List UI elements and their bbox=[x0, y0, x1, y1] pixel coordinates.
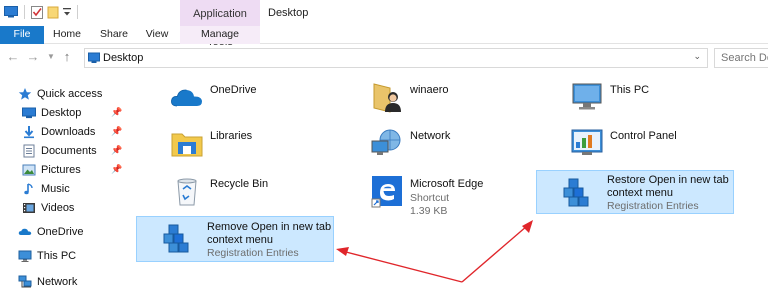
address-path: Desktop bbox=[103, 52, 144, 64]
file-name-line2: context menu bbox=[207, 234, 274, 246]
file-item-onedrive[interactable]: OneDrive bbox=[166, 78, 356, 122]
nav-item-label: Desktop bbox=[41, 107, 82, 119]
registry-file-icon bbox=[561, 177, 595, 211]
edge-icon bbox=[370, 174, 404, 208]
nav-item-label: Network bbox=[37, 276, 78, 288]
file-name: winaero bbox=[410, 84, 449, 96]
file-name: Network bbox=[410, 130, 451, 142]
tab-share[interactable]: Share bbox=[94, 26, 134, 44]
file-item-network[interactable]: Network bbox=[366, 124, 556, 168]
file-name-line1: Remove Open in new tab bbox=[207, 221, 332, 233]
libraries-folder-icon bbox=[170, 126, 204, 160]
nav-quick-access[interactable]: Quick access bbox=[18, 85, 144, 103]
computer-icon bbox=[570, 80, 604, 114]
desktop-icon bbox=[88, 52, 100, 64]
user-folder-icon bbox=[370, 80, 404, 114]
address-dropdown-chevron-icon[interactable]: ⌄ bbox=[693, 51, 701, 62]
nav-item-label: Documents bbox=[41, 145, 97, 157]
qat-separator bbox=[77, 5, 78, 19]
new-folder-icon[interactable] bbox=[47, 6, 59, 19]
nav-item-label: OneDrive bbox=[37, 226, 84, 238]
music-note-icon bbox=[22, 182, 36, 196]
file-type: Registration Entries bbox=[607, 200, 699, 212]
ribbon-tab-bar: File Home Share View Manage bbox=[0, 26, 768, 44]
download-arrow-icon bbox=[22, 125, 36, 139]
file-item-recycle-bin[interactable]: Recycle Bin bbox=[166, 172, 356, 216]
nav-item-label: Videos bbox=[41, 202, 75, 214]
nav-item-label: Downloads bbox=[41, 126, 96, 138]
navigation-pane: Quick access Desktop 📌 Downloads 📌 Docum… bbox=[0, 76, 128, 308]
file-name-line1: Restore Open in new tab bbox=[607, 174, 729, 186]
file-item-microsoft-edge[interactable]: Microsoft Edge Shortcut 1.39 KB bbox=[366, 172, 556, 217]
file-name: Microsoft Edge bbox=[410, 178, 484, 190]
file-size: 1.39 KB bbox=[410, 205, 448, 217]
computer-icon bbox=[18, 249, 32, 263]
search-input[interactable] bbox=[715, 49, 768, 67]
network-icon bbox=[18, 275, 32, 289]
nav-network[interactable]: Network bbox=[18, 273, 144, 291]
nav-this-pc[interactable]: This PC bbox=[18, 247, 144, 265]
file-item-this-pc[interactable]: This PC bbox=[566, 78, 756, 122]
application-tools-header: Application Tools bbox=[180, 0, 260, 48]
window-title: Desktop bbox=[268, 7, 309, 19]
nav-onedrive[interactable]: OneDrive bbox=[18, 223, 144, 241]
pin-icon[interactable]: 📌 bbox=[111, 126, 122, 137]
file-name: Control Panel bbox=[610, 130, 677, 142]
file-item-remove-reg[interactable]: Remove Open in new tab context menu Regi… bbox=[136, 216, 334, 262]
nav-item-label: This PC bbox=[37, 250, 77, 262]
file-item-restore-reg[interactable]: Restore Open in new tab context menu Reg… bbox=[536, 170, 734, 214]
star-icon bbox=[18, 87, 32, 101]
tab-manage[interactable]: Manage bbox=[180, 26, 260, 44]
documents-icon bbox=[22, 144, 36, 158]
back-arrow-icon[interactable]: ← bbox=[6, 50, 20, 64]
registry-file-icon bbox=[161, 223, 195, 257]
file-name: OneDrive bbox=[210, 84, 257, 96]
desktop-icon bbox=[22, 106, 36, 120]
explorer-window-icon bbox=[4, 6, 18, 18]
up-arrow-icon[interactable]: ↑ bbox=[60, 50, 74, 64]
pin-icon[interactable]: 📌 bbox=[111, 145, 122, 156]
forward-arrow-icon[interactable]: → bbox=[26, 50, 40, 64]
file-name: Recycle Bin bbox=[210, 178, 269, 190]
tab-view[interactable]: View bbox=[140, 26, 174, 44]
cloud-icon bbox=[18, 225, 32, 239]
control-panel-icon bbox=[570, 126, 604, 160]
file-name: Libraries bbox=[210, 130, 253, 142]
recent-locations-chevron-icon[interactable]: ▼ bbox=[44, 50, 58, 64]
onedrive-cloud-icon bbox=[170, 80, 204, 114]
address-bar-row: ← → ▼ ↑ Desktop ⌄ bbox=[0, 45, 768, 71]
file-item-winaero[interactable]: winaero bbox=[366, 78, 556, 122]
pin-icon[interactable]: 📌 bbox=[111, 164, 122, 175]
file-type: Registration Entries bbox=[207, 247, 299, 259]
quick-access-toolbar bbox=[4, 5, 80, 19]
tab-file[interactable]: File bbox=[0, 26, 44, 44]
file-item-control-panel[interactable]: Control Panel bbox=[566, 124, 756, 168]
nav-item-label: Music bbox=[41, 183, 70, 195]
address-box[interactable]: Desktop ⌄ bbox=[84, 48, 708, 68]
file-type: Shortcut bbox=[410, 192, 450, 204]
properties-icon[interactable] bbox=[31, 5, 43, 19]
file-name: This PC bbox=[610, 84, 650, 96]
pictures-icon bbox=[22, 163, 36, 177]
file-name-line2: context menu bbox=[607, 187, 674, 199]
pin-icon[interactable]: 📌 bbox=[111, 107, 122, 118]
network-icon bbox=[370, 126, 404, 160]
qat-separator bbox=[24, 5, 25, 19]
customize-qat-icon[interactable] bbox=[63, 7, 71, 17]
file-list: OneDrive winaero This PC Libraries Netwo… bbox=[130, 76, 768, 308]
recycle-bin-icon bbox=[170, 174, 204, 208]
tab-home[interactable]: Home bbox=[48, 26, 86, 44]
file-item-libraries[interactable]: Libraries bbox=[166, 124, 356, 168]
nav-item-label: Quick access bbox=[37, 88, 103, 100]
search-box[interactable] bbox=[714, 48, 768, 68]
nav-item-label: Pictures bbox=[41, 164, 81, 176]
videos-icon bbox=[22, 201, 36, 215]
title-bar: Application Tools Desktop bbox=[0, 0, 768, 48]
